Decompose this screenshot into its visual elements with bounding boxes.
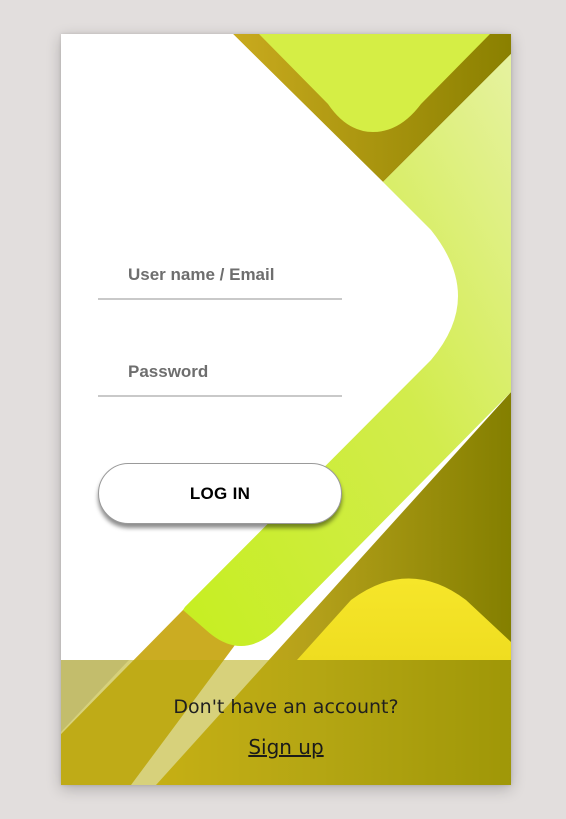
signup-footer: Don't have an account? Sign up	[61, 660, 511, 785]
password-input[interactable]	[98, 349, 342, 397]
login-button[interactable]: LOG IN	[98, 463, 342, 524]
login-card: LOG IN Don't have an account? Sign up	[61, 34, 511, 785]
sign-up-link[interactable]: Sign up	[61, 735, 511, 759]
username-email-input[interactable]	[98, 252, 342, 300]
signup-prompt-text: Don't have an account?	[173, 696, 399, 718]
